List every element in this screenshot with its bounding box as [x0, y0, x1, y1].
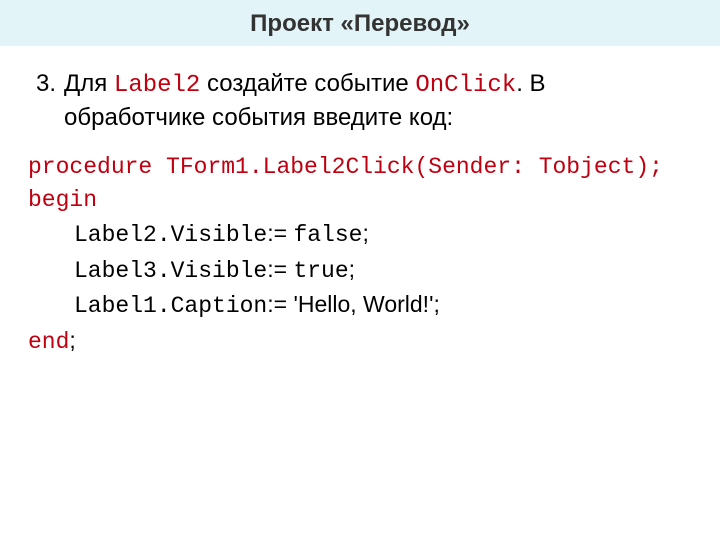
code-line-5: Label1.Caption:= 'Hello, World!';	[28, 288, 692, 323]
instruction-number: 3.	[28, 68, 56, 100]
instruction-item: 3. Для Label2 создайте событие OnClick. …	[64, 68, 692, 135]
code-line-4: Label3.Visible:= true;	[28, 253, 692, 288]
code-block: procedure TForm1.Label2Click(Sender: Tob…	[28, 151, 692, 359]
code-line-6: end;	[28, 324, 692, 359]
code-rest-5: := 'Hello, World!';	[267, 291, 440, 317]
code-line-2: begin	[28, 184, 692, 217]
code-expr-4a: Label3.Visible	[74, 258, 267, 284]
code-semi-6: ;	[69, 327, 75, 353]
keyword-end: end	[28, 329, 69, 355]
keyword-begin: begin	[28, 187, 97, 213]
code-line-3: Label2.Visible:= false;	[28, 217, 692, 252]
instruction-text-1a: Для	[64, 70, 114, 97]
instruction-text-1c: . В	[516, 70, 545, 97]
instruction-text-1b: создайте событие	[200, 70, 415, 97]
code-expr-3a: Label2.Visible	[74, 222, 267, 248]
instruction-text-2: обработчике события введите код:	[64, 104, 453, 131]
code-line-1: procedure TForm1.Label2Click(Sender: Tob…	[28, 151, 692, 184]
code-semi-3: ;	[362, 220, 368, 246]
content: 3. Для Label2 создайте событие OnClick. …	[0, 46, 720, 359]
code-op-4: :=	[267, 256, 293, 282]
code-val-4: true	[293, 258, 348, 284]
keyword-procedure: procedure	[28, 154, 152, 180]
code-signature: TForm1.Label2Click(Sender: Tobject);	[152, 154, 663, 180]
page-title: Проект «Перевод»	[0, 0, 720, 46]
code-semi-4: ;	[349, 256, 355, 282]
instruction-code-onclick: OnClick	[415, 72, 516, 99]
code-op-3: :=	[267, 220, 293, 246]
code-val-3: false	[293, 222, 362, 248]
code-expr-5a: Label1.Caption	[74, 293, 267, 319]
instruction-code-label2: Label2	[114, 72, 200, 99]
